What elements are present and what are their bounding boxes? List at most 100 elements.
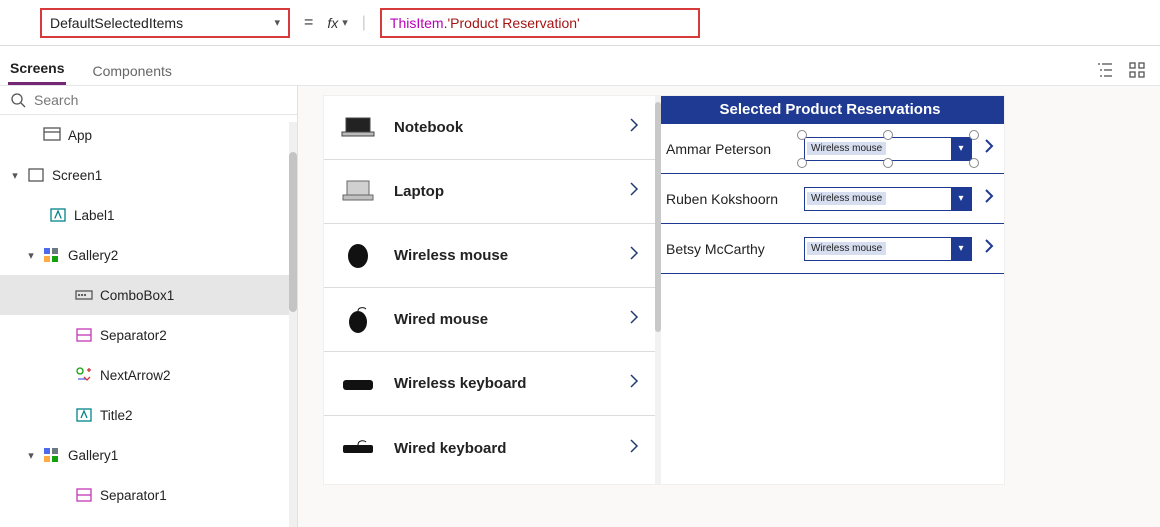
product-row[interactable]: Wired keyboard: [324, 416, 655, 480]
product-image-wireless-mouse: [340, 240, 376, 272]
combobox-chip: Wireless mouse: [807, 242, 886, 255]
tab-screens[interactable]: Screens: [8, 52, 66, 85]
screen-icon: [26, 165, 46, 185]
tree-node-gallery1[interactable]: ▾ Gallery1: [0, 435, 297, 475]
tree-label: Label1: [74, 208, 115, 223]
tree-label: App: [68, 128, 92, 143]
tree-node-title2[interactable]: Title2: [0, 395, 297, 435]
caret-down-icon: ▾: [26, 249, 36, 262]
tree-label: Title2: [100, 408, 133, 423]
tree-label: Gallery1: [68, 448, 118, 463]
product-name: Wired mouse: [394, 311, 607, 328]
tree-node-label1[interactable]: Label1: [0, 195, 297, 235]
caret-down-icon: ▾: [26, 449, 36, 462]
gallery-products[interactable]: Notebook Laptop Wireless mouse: [324, 96, 656, 484]
search-input[interactable]: Search: [0, 86, 297, 115]
tree-label: Gallery2: [68, 248, 118, 263]
chevron-right-icon[interactable]: [625, 308, 643, 331]
chevron-down-icon[interactable]: ▾: [951, 188, 971, 210]
tree-node-combobox1[interactable]: ComboBox1: [0, 275, 297, 315]
product-image-wired-mouse: [340, 304, 376, 336]
formula-bar: DefaultSelectedItems ▾ = fx ▾ | ThisItem…: [0, 0, 1160, 46]
product-row[interactable]: Notebook: [324, 96, 655, 160]
product-row[interactable]: Laptop: [324, 160, 655, 224]
tree-view: App ▾ Screen1 Label1 ▾ Gallery2: [0, 115, 297, 515]
product-name: Wired keyboard: [394, 440, 607, 457]
chevron-right-icon[interactable]: [625, 116, 643, 139]
tab-components[interactable]: Components: [90, 55, 173, 85]
gallery-reservations[interactable]: Selected Product Reservations Ammar Pete…: [656, 96, 1004, 484]
app-icon: [42, 125, 62, 145]
grid-view-icon[interactable]: [1128, 61, 1146, 79]
tree-label: Separator2: [100, 328, 167, 343]
reservation-name: Betsy McCarthy: [666, 241, 796, 257]
search-placeholder: Search: [34, 92, 78, 108]
product-image-wired-keyboard: [340, 432, 376, 464]
nextarrow-icon: [74, 365, 94, 385]
reservation-name: Ruben Kokshoorn: [666, 191, 796, 207]
tree-node-separator1[interactable]: Separator1: [0, 475, 297, 515]
product-name: Wireless mouse: [394, 247, 607, 264]
reservation-row[interactable]: Betsy McCarthy Wireless mouse ▾: [656, 224, 1004, 274]
gallery-scrollbar[interactable]: [655, 96, 661, 484]
separator-icon: [74, 485, 94, 505]
reservation-row[interactable]: Ruben Kokshoorn Wireless mouse ▾: [656, 174, 1004, 224]
product-name: Laptop: [394, 183, 607, 200]
formula-input[interactable]: ThisItem.'Product Reservation': [380, 8, 700, 38]
chevron-right-icon[interactable]: [625, 244, 643, 267]
gallery-icon: [42, 245, 62, 265]
caret-down-icon: ▾: [10, 169, 20, 182]
app-preview: Notebook Laptop Wireless mouse: [324, 96, 1004, 484]
tree-label: Separator1: [100, 488, 167, 503]
search-icon: [10, 92, 26, 108]
chevron-right-icon[interactable]: [625, 437, 643, 460]
product-image-laptop: [340, 176, 376, 208]
combobox-selected[interactable]: Wireless mouse ▾: [804, 137, 972, 161]
chevron-down-icon: ▾: [274, 16, 280, 29]
gallery-icon: [42, 445, 62, 465]
product-row[interactable]: Wireless keyboard: [324, 352, 655, 416]
chevron-right-icon[interactable]: [980, 187, 998, 210]
formula-token-string: 'Product Reservation': [448, 15, 580, 31]
tree-node-gallery2[interactable]: ▾ Gallery2: [0, 235, 297, 275]
chevron-right-icon[interactable]: [625, 372, 643, 395]
property-name: DefaultSelectedItems: [50, 15, 183, 31]
chevron-right-icon[interactable]: [625, 180, 643, 203]
tree-label: ComboBox1: [100, 288, 174, 303]
combobox[interactable]: Wireless mouse ▾: [804, 187, 972, 211]
formula-token-thisitem: ThisItem: [390, 15, 444, 31]
separator-icon: [74, 325, 94, 345]
combobox-icon: [74, 285, 94, 305]
chevron-right-icon[interactable]: [980, 237, 998, 260]
product-image-wireless-keyboard: [340, 368, 376, 400]
product-row[interactable]: Wireless mouse: [324, 224, 655, 288]
combobox-chip: Wireless mouse: [807, 142, 886, 155]
tree-panel: Search App ▾ Screen1 Label1: [0, 86, 298, 527]
property-dropdown[interactable]: DefaultSelectedItems ▾: [40, 8, 290, 38]
product-name: Notebook: [394, 119, 607, 136]
chevron-down-icon[interactable]: ▾: [951, 238, 971, 260]
reservations-header: Selected Product Reservations: [656, 96, 1004, 124]
label-icon: [74, 405, 94, 425]
chevron-down-icon[interactable]: ▾: [951, 138, 971, 160]
fx-button[interactable]: fx ▾: [327, 15, 347, 31]
tree-view-icon[interactable]: [1096, 61, 1114, 79]
canvas[interactable]: Notebook Laptop Wireless mouse: [298, 86, 1160, 527]
product-name: Wireless keyboard: [394, 375, 607, 392]
tree-scrollbar[interactable]: [289, 122, 297, 527]
tree-node-separator2[interactable]: Separator2: [0, 315, 297, 355]
reservation-row[interactable]: Ammar Peterson Wireless mouse ▾: [656, 124, 1004, 174]
product-row[interactable]: Wired mouse: [324, 288, 655, 352]
fx-label: fx: [327, 15, 338, 31]
tree-label: NextArrow2: [100, 368, 171, 383]
reservation-name: Ammar Peterson: [666, 141, 796, 157]
tree-node-nextarrow2[interactable]: NextArrow2: [0, 355, 297, 395]
tree-node-app[interactable]: App: [0, 115, 297, 155]
tree-node-screen1[interactable]: ▾ Screen1: [0, 155, 297, 195]
equals-sign: =: [304, 14, 313, 32]
product-image-notebook: [340, 112, 376, 144]
chevron-right-icon[interactable]: [980, 137, 998, 160]
combobox[interactable]: Wireless mouse ▾: [804, 237, 972, 261]
panel-tabs: Screens Components: [0, 46, 1160, 86]
tree-label: Screen1: [52, 168, 102, 183]
